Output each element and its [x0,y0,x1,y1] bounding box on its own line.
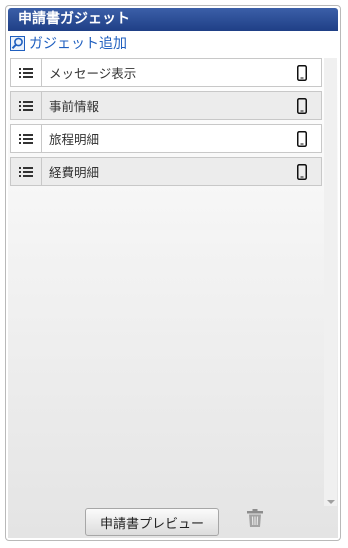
scroll-down-arrow-icon[interactable] [327,500,335,504]
add-gadget-link[interactable]: ガジェット追加 [10,33,127,53]
add-gadget-label: ガジェット追加 [29,36,127,52]
preview-button[interactable]: 申請書プレビュー [85,508,219,536]
gadget-row-expense[interactable]: 経費明細 [10,157,322,186]
drag-handle-icon[interactable] [11,59,42,86]
gadget-row-prior-info[interactable]: 事前情報 [10,91,322,120]
mobile-icon[interactable] [289,59,315,86]
drag-handle-icon[interactable] [11,92,42,119]
panel-title: 申請書ガジェット [8,8,338,31]
magnifier-icon [10,35,25,51]
scrollbar[interactable] [324,58,337,506]
mobile-icon[interactable] [289,158,315,185]
gadget-label: 事前情報 [49,99,100,114]
drag-handle-icon[interactable] [11,158,42,185]
gadget-list-area: メッセージ表示 事前情報 旅程明細 経費明細 申請書プレビュー [8,57,338,538]
mobile-icon[interactable] [289,92,315,119]
gadget-label: メッセージ表示 [49,66,137,81]
gadget-label: 経費明細 [49,165,100,180]
gadget-label: 旅程明細 [49,132,100,147]
gadget-list: メッセージ表示 事前情報 旅程明細 経費明細 [10,58,322,190]
trash-icon[interactable] [246,508,264,530]
gadget-panel: 申請書ガジェット ガジェット追加 メッセージ表示 事前情報 旅程明細 経費明細 … [5,5,341,541]
drag-handle-icon[interactable] [11,125,42,152]
gadget-row-itinerary[interactable]: 旅程明細 [10,124,322,153]
mobile-icon[interactable] [289,125,315,152]
gadget-row-message[interactable]: メッセージ表示 [10,58,322,87]
